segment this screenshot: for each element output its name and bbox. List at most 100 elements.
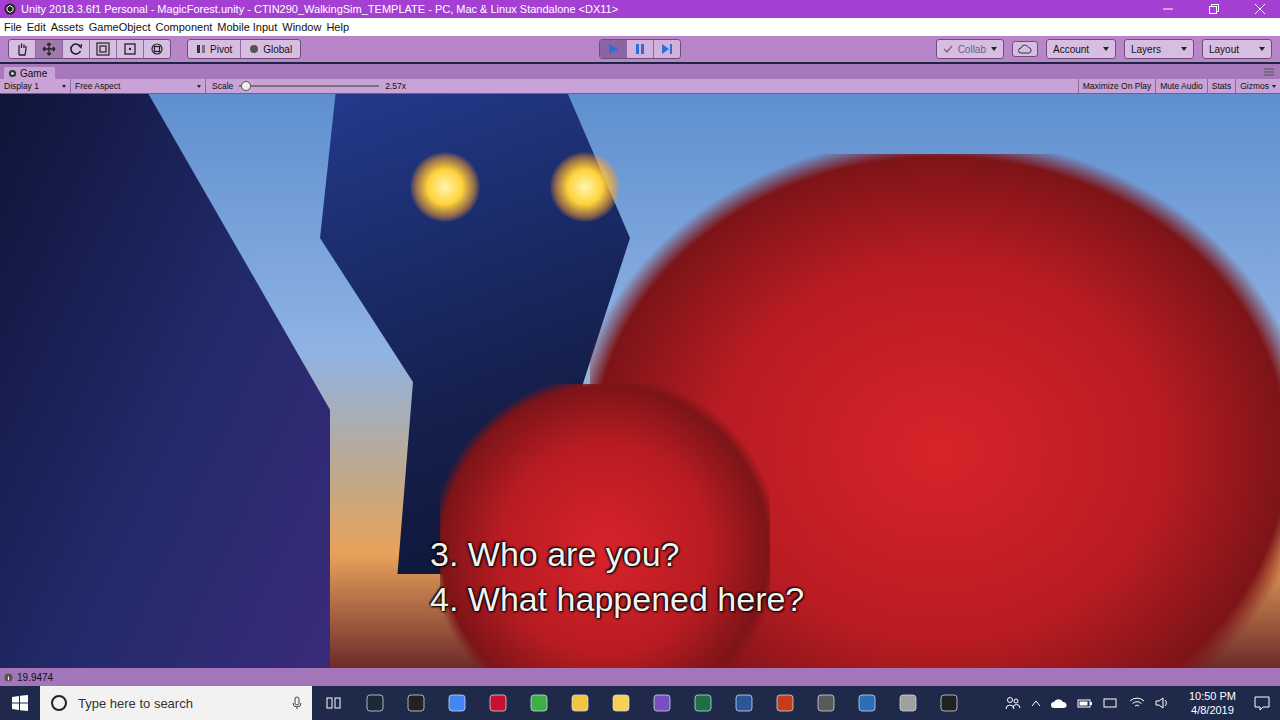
clock-time: 10:50 PM <box>1189 689 1236 703</box>
search-box[interactable]: Type here to search <box>40 686 312 720</box>
chevron-up-icon[interactable] <box>1031 699 1041 707</box>
play-icon <box>607 43 619 55</box>
taskbar-app[interactable] <box>723 686 764 720</box>
panel-menu-icon[interactable] <box>1264 68 1274 76</box>
app-icon <box>488 693 508 713</box>
app-icon <box>693 693 713 713</box>
menu-item[interactable]: Component <box>155 21 212 33</box>
clock[interactable]: 10:50 PM 4/8/2019 <box>1181 689 1244 718</box>
game-tab-bar: Game <box>0 64 1280 79</box>
collab-dropdown[interactable]: Collab <box>936 39 1004 59</box>
tool-button[interactable] <box>144 40 170 58</box>
taskbar-app[interactable] <box>477 686 518 720</box>
restore-icon[interactable] <box>1208 3 1220 15</box>
microphone-icon[interactable] <box>292 696 302 710</box>
pause-button[interactable] <box>627 40 654 58</box>
scene-tree <box>440 384 770 668</box>
game-view-toggle[interactable]: Mute Audio <box>1155 79 1207 93</box>
taskbar-app[interactable] <box>887 686 928 720</box>
scale-knob[interactable] <box>241 81 251 91</box>
game-tab[interactable]: Game <box>4 67 55 79</box>
step-icon <box>661 43 673 55</box>
rotate-tool-icon <box>69 42 83 56</box>
check-icon <box>943 44 953 54</box>
app-icon <box>939 693 959 713</box>
app-icon <box>775 693 795 713</box>
tool-button[interactable] <box>36 40 63 58</box>
taskbar-app[interactable] <box>436 686 477 720</box>
info-icon <box>4 673 13 682</box>
dialogue-option[interactable]: 4. What happened here? <box>430 579 804 620</box>
step-button[interactable] <box>654 40 680 58</box>
network-icon[interactable] <box>1103 697 1119 709</box>
tool-button[interactable] <box>90 40 117 58</box>
handle-button[interactable]: Global <box>241 40 300 58</box>
app-icon <box>734 693 754 713</box>
app-icon <box>406 693 426 713</box>
taskbar-app[interactable] <box>518 686 559 720</box>
minimize-icon[interactable] <box>1162 3 1174 15</box>
volume-icon[interactable] <box>1155 697 1171 709</box>
aspect-dropdown[interactable]: Free Aspect <box>71 79 206 93</box>
menu-item[interactable]: Help <box>326 21 349 33</box>
taskbar-app[interactable] <box>805 686 846 720</box>
start-button[interactable] <box>0 686 40 720</box>
main-toolbar: Pivot Global Collab Account Layers Layou… <box>0 36 1280 62</box>
tool-button[interactable] <box>117 40 144 58</box>
unity-logo-icon <box>4 3 16 15</box>
title-bar: Unity 2018.3.6f1 Personal - MagicForest.… <box>0 0 1280 18</box>
layers-dropdown[interactable]: Layers <box>1124 39 1194 59</box>
menu-item[interactable]: Window <box>282 21 321 33</box>
play-button[interactable] <box>600 40 627 58</box>
scale-value: 2.57x <box>385 81 406 91</box>
game-view-toggle[interactable]: Maximize On Play <box>1078 79 1156 93</box>
people-icon[interactable] <box>1005 696 1021 710</box>
taskbar-app[interactable] <box>354 686 395 720</box>
layout-dropdown[interactable]: Layout <box>1202 39 1272 59</box>
taskbar-app[interactable] <box>641 686 682 720</box>
display-dropdown[interactable]: Display 1 <box>0 79 71 93</box>
tool-button[interactable] <box>9 40 36 58</box>
close-icon[interactable] <box>1254 3 1266 15</box>
game-view-toggle[interactable]: Stats <box>1207 79 1235 93</box>
tool-button[interactable] <box>63 40 90 58</box>
notification-button[interactable] <box>1244 695 1280 711</box>
menu-bar: File Edit Assets GameObject Component Mobile … <box>0 18 1280 36</box>
unity-editor-window: Unity 2018.3.6f1 Personal - MagicForest.… <box>0 0 1280 720</box>
menu-item[interactable]: Edit <box>27 21 46 33</box>
menu-item[interactable]: File <box>4 21 22 33</box>
wifi-icon[interactable] <box>1129 697 1145 709</box>
dialogue-option[interactable]: 3. Who are you? <box>430 534 804 575</box>
pinned-apps <box>354 686 969 720</box>
battery-icon[interactable] <box>1077 697 1093 709</box>
app-icon <box>898 693 918 713</box>
status-bar: 19.9474 <box>0 668 1280 686</box>
taskbar-app[interactable] <box>764 686 805 720</box>
pivot-icon <box>196 44 206 54</box>
taskbar-app[interactable] <box>559 686 600 720</box>
scale-tool-icon <box>96 42 110 56</box>
status-text: 19.9474 <box>17 672 53 683</box>
menu-item[interactable]: Mobile Input <box>217 21 277 33</box>
onedrive-icon[interactable] <box>1051 697 1067 709</box>
taskbar-app[interactable] <box>682 686 723 720</box>
scene-wall <box>0 94 330 668</box>
game-view-toggle[interactable]: Gizmos <box>1235 79 1280 93</box>
taskbar-app[interactable] <box>395 686 436 720</box>
scale-slider[interactable] <box>239 85 379 87</box>
taskbar-app[interactable] <box>600 686 641 720</box>
handle-button[interactable]: Pivot <box>188 40 241 58</box>
taskbar-app[interactable] <box>928 686 969 720</box>
cloud-button[interactable] <box>1012 41 1038 57</box>
app-icon <box>857 693 877 713</box>
transform-tools <box>8 39 171 59</box>
task-view-icon[interactable] <box>326 696 342 710</box>
game-view[interactable]: 3. Who are you?4. What happened here? <box>0 94 1280 668</box>
taskbar-app[interactable] <box>846 686 887 720</box>
move-tool-icon <box>42 42 56 56</box>
app-icon <box>529 693 549 713</box>
menu-item[interactable]: GameObject <box>89 21 151 33</box>
menu-item[interactable]: Assets <box>51 21 84 33</box>
account-dropdown[interactable]: Account <box>1046 39 1116 59</box>
window-controls <box>1152 3 1280 15</box>
